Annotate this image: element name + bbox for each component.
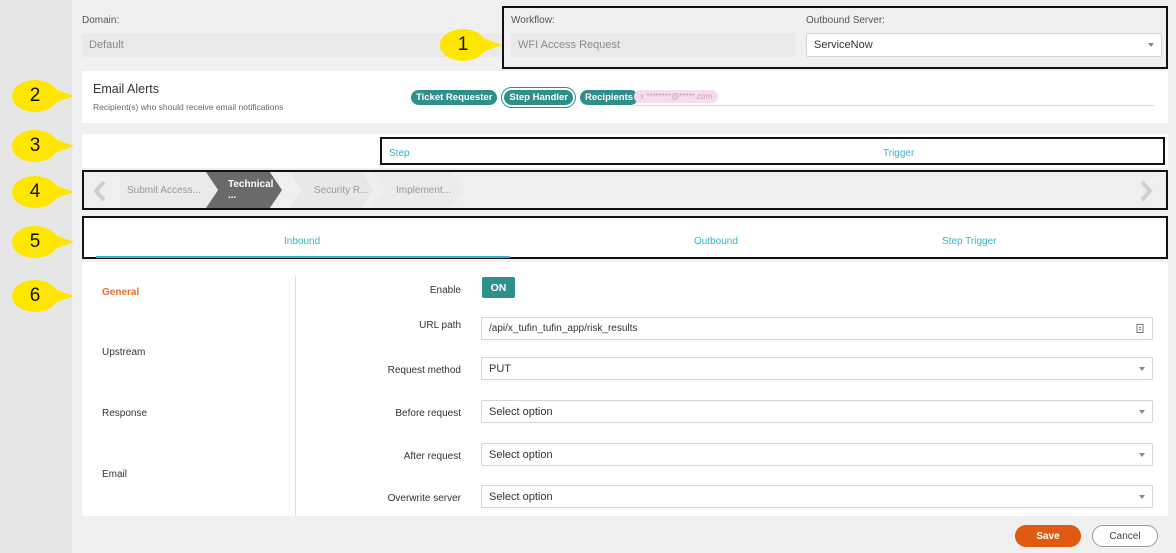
chip-ticket-requester[interactable]: Ticket Requester xyxy=(411,90,498,105)
tab-inbound[interactable]: Inbound xyxy=(284,236,320,247)
chevron-down-icon xyxy=(1139,452,1145,457)
request-method-label: Request method xyxy=(387,365,461,376)
before-request-select[interactable]: Select option xyxy=(481,400,1153,423)
url-path-input[interactable]: /api/x_tufin_tufin_app/risk_results xyxy=(481,317,1153,340)
step-submit-access[interactable]: Submit Access... xyxy=(120,172,210,208)
callout-arrow xyxy=(52,138,74,154)
email-alerts-subtitle: Recipient(s) who should receive email no… xyxy=(93,102,284,112)
tab-outbound[interactable]: Outbound xyxy=(694,236,738,247)
after-request-select[interactable]: Select option xyxy=(481,443,1153,466)
request-method-select[interactable]: PUT xyxy=(481,357,1153,380)
outbound-server-value: ServiceNow xyxy=(814,39,873,51)
chip-step-handler[interactable]: Step Handler xyxy=(504,90,573,105)
callout-box-4: Submit Access... Technical ... Security … xyxy=(82,170,1168,210)
callout-box-5: Inbound Outbound Step Trigger xyxy=(82,216,1168,259)
domain-field: Default xyxy=(82,33,502,57)
chevron-right-icon[interactable] xyxy=(1138,180,1154,202)
step-implement[interactable]: Implement... xyxy=(372,172,464,208)
callout-5: 5 xyxy=(12,226,74,258)
step-label: Technical ... xyxy=(228,179,274,201)
chevron-down-icon xyxy=(1139,494,1145,499)
step-security[interactable]: Security R... xyxy=(290,172,374,208)
callout-arrow xyxy=(52,288,74,304)
overwrite-server-select[interactable]: Select option xyxy=(481,485,1153,508)
tab-step-trigger[interactable]: Step Trigger xyxy=(942,236,996,247)
callout-3: 3 xyxy=(12,130,74,162)
chip-recipients[interactable]: Recipients xyxy=(580,90,639,105)
outbound-server-label: Outbound Server: xyxy=(806,15,885,26)
cancel-button[interactable]: Cancel xyxy=(1092,525,1158,547)
chevron-down-icon xyxy=(1139,409,1145,414)
url-path-label: URL path xyxy=(419,320,461,331)
sidebar-item-upstream[interactable]: Upstream xyxy=(102,347,145,358)
chevron-down-icon xyxy=(1139,366,1145,371)
callout-box-3 xyxy=(380,137,1165,165)
clipboard-icon[interactable] xyxy=(1135,323,1145,334)
email-recipient-chip[interactable]: x ********@*****.com xyxy=(634,90,719,103)
url-path-value: /api/x_tufin_tufin_app/risk_results xyxy=(489,323,638,334)
before-request-value: Select option xyxy=(489,405,553,418)
callout-arrow xyxy=(480,37,502,53)
enable-toggle[interactable]: ON xyxy=(482,277,515,298)
enable-label: Enable xyxy=(429,285,461,296)
after-request-value: Select option xyxy=(489,448,553,461)
step-header[interactable]: Step xyxy=(389,148,410,159)
request-method-value: PUT xyxy=(489,362,511,375)
domain-label: Domain: xyxy=(82,15,120,26)
outbound-server-select[interactable]: ServiceNow xyxy=(806,33,1162,57)
recipient-chips: Ticket Requester Step Handler Recipients xyxy=(411,90,639,105)
sidebar-item-response[interactable]: Response xyxy=(102,408,147,419)
trigger-header[interactable]: Trigger xyxy=(883,148,914,159)
settings-panel xyxy=(82,262,1168,516)
workflow-field: WFI Access Request xyxy=(511,33,795,57)
callout-2: 2 xyxy=(12,80,74,112)
callout-arrow xyxy=(52,184,74,200)
callout-arrow xyxy=(52,88,74,104)
active-tab-indicator xyxy=(96,256,510,258)
step-label: Security R... xyxy=(314,184,369,196)
callout-arrow xyxy=(52,234,74,250)
workflow-label: Workflow: xyxy=(511,15,555,26)
chevron-left-icon[interactable] xyxy=(92,180,108,202)
overwrite-server-label: Overwrite server xyxy=(387,493,461,504)
sidebar-item-general[interactable]: General xyxy=(102,287,139,298)
callout-1: 1 xyxy=(440,29,502,61)
email-alerts-title: Email Alerts xyxy=(93,82,159,96)
before-request-label: Before request xyxy=(395,408,461,419)
callout-6: 6 xyxy=(12,280,74,312)
sidebar-item-email[interactable]: Email xyxy=(102,469,127,480)
overwrite-server-value: Select option xyxy=(489,490,553,503)
step-label: Submit Access... xyxy=(127,184,201,196)
chevron-down-icon xyxy=(1148,43,1154,47)
after-request-label: After request xyxy=(403,451,461,462)
recipients-input[interactable]: x ********@*****.com xyxy=(634,89,1154,106)
panel-divider xyxy=(295,276,296,516)
callout-4: 4 xyxy=(12,176,74,208)
save-button[interactable]: Save xyxy=(1015,525,1081,547)
step-label: Implement... xyxy=(396,184,452,196)
